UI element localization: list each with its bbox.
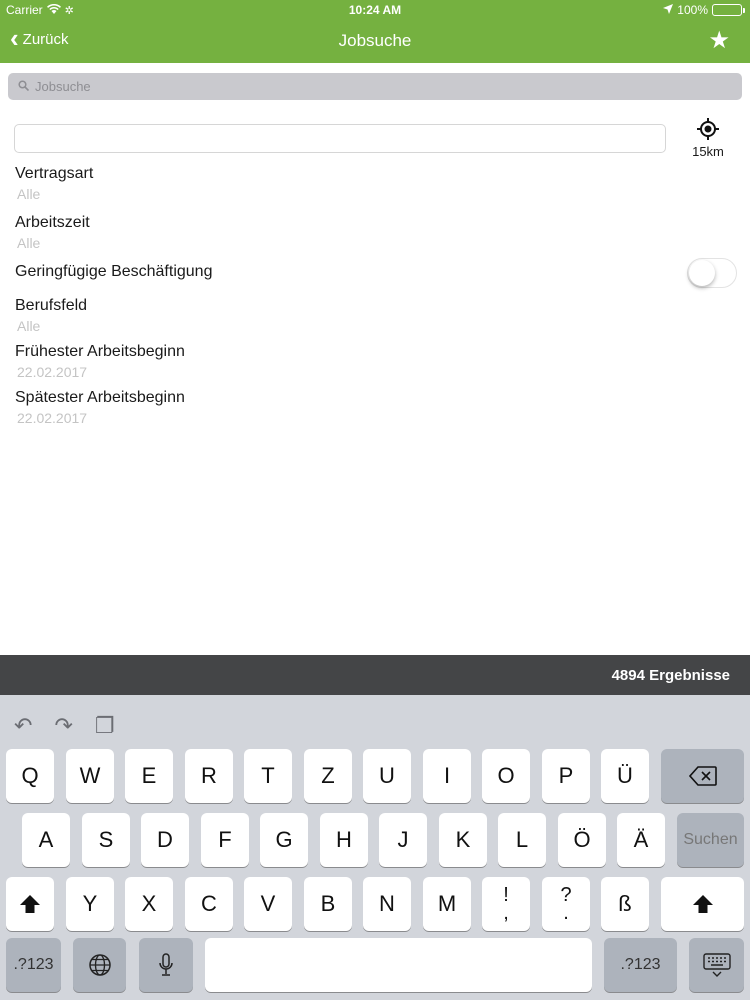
results-bar[interactable]: 4894 Ergebnisse bbox=[0, 655, 750, 695]
filter-label: Arbeitszeit bbox=[15, 214, 90, 231]
filter-value: Alle bbox=[17, 186, 41, 202]
filter-value: Alle bbox=[17, 318, 41, 334]
search-key[interactable]: Suchen bbox=[677, 813, 744, 867]
key[interactable]: B bbox=[304, 877, 352, 931]
filter-contract-type[interactable]: Vertragsart Alle bbox=[15, 165, 93, 202]
key[interactable]: N bbox=[363, 877, 411, 931]
filter-label: Spätester Arbeitsbeginn bbox=[15, 389, 185, 406]
key[interactable]: E bbox=[125, 749, 173, 803]
location-arrow-icon bbox=[663, 3, 674, 17]
filter-label: Vertragsart bbox=[15, 165, 94, 182]
key[interactable]: I bbox=[423, 749, 471, 803]
space-key[interactable] bbox=[205, 938, 592, 992]
search-icon bbox=[18, 79, 30, 94]
keyboard-hide-icon bbox=[702, 953, 731, 977]
key[interactable]: J bbox=[379, 813, 427, 867]
shift-icon bbox=[692, 895, 713, 913]
hide-keyboard-key[interactable] bbox=[689, 938, 744, 992]
backspace-icon bbox=[688, 766, 717, 786]
radius-label: 15km bbox=[692, 144, 724, 159]
numbers-key-right[interactable]: .?123 bbox=[604, 938, 677, 992]
filter-earliest-start[interactable]: Frühester Arbeitsbeginn 22.02.2017 bbox=[15, 343, 185, 380]
key[interactable]: L bbox=[498, 813, 546, 867]
key[interactable]: C bbox=[185, 877, 233, 931]
keyboard: ↶ ↷ ❐ Q W E R T Z U I O P Ü A S D F G H … bbox=[0, 695, 750, 1000]
keyboard-toolbar: ↶ ↷ ❐ bbox=[14, 713, 115, 739]
microphone-icon bbox=[159, 953, 173, 976]
key[interactable]: Q bbox=[6, 749, 54, 803]
location-input[interactable] bbox=[14, 124, 666, 153]
key[interactable]: X bbox=[125, 877, 173, 931]
filter-minijob: Geringfügige Beschäftigung bbox=[15, 263, 212, 281]
status-time: 10:24 AM bbox=[348, 3, 402, 17]
shift-key-right[interactable] bbox=[661, 877, 744, 931]
key[interactable]: Z bbox=[304, 749, 352, 803]
key[interactable]: H bbox=[320, 813, 368, 867]
filter-label: Geringfügige Beschäftigung bbox=[15, 263, 213, 280]
key[interactable]: D bbox=[141, 813, 189, 867]
key[interactable]: K bbox=[439, 813, 487, 867]
filter-value: Alle bbox=[17, 235, 41, 251]
backspace-key[interactable] bbox=[661, 749, 744, 803]
filter-label: Berufsfeld bbox=[15, 297, 88, 314]
key[interactable]: Ü bbox=[601, 749, 649, 803]
key[interactable]: A bbox=[22, 813, 70, 867]
redo-icon[interactable]: ↷ bbox=[54, 713, 72, 739]
filter-job-field[interactable]: Berufsfeld Alle bbox=[15, 297, 87, 334]
undo-icon[interactable]: ↶ bbox=[14, 713, 32, 739]
key[interactable]: R bbox=[185, 749, 233, 803]
key[interactable]: M bbox=[423, 877, 471, 931]
key[interactable]: ß bbox=[601, 877, 649, 931]
locate-button[interactable]: 15km bbox=[686, 118, 730, 159]
search-bar[interactable]: Jobsuche bbox=[8, 73, 742, 100]
crosshair-icon bbox=[697, 118, 719, 140]
shift-icon bbox=[20, 895, 40, 913]
globe-icon bbox=[88, 954, 111, 976]
key[interactable]: P bbox=[542, 749, 590, 803]
punctuation-key[interactable]: ?. bbox=[542, 877, 590, 931]
filter-value: 22.02.2017 bbox=[17, 410, 88, 426]
paste-icon[interactable]: ❐ bbox=[95, 713, 115, 739]
key[interactable]: Y bbox=[66, 877, 114, 931]
punctuation-key[interactable]: !, bbox=[482, 877, 530, 931]
battery-percent: 100% bbox=[677, 3, 708, 17]
favorite-star-icon[interactable]: ★ bbox=[708, 26, 730, 55]
key[interactable]: S bbox=[82, 813, 130, 867]
results-count: 4894 Ergebnisse bbox=[611, 667, 730, 684]
key[interactable]: U bbox=[363, 749, 411, 803]
shift-key-left[interactable] bbox=[6, 877, 54, 931]
minijob-toggle[interactable] bbox=[687, 258, 737, 288]
battery-icon bbox=[712, 4, 745, 16]
status-bar: Carrier ✲ 10:24 AM 100% bbox=[0, 0, 750, 20]
nav-bar: ‹ Zurück Jobsuche ★ bbox=[0, 20, 750, 63]
key[interactable]: T bbox=[244, 749, 292, 803]
filter-label: Frühester Arbeitsbeginn bbox=[15, 343, 185, 360]
top-bar: Carrier ✲ 10:24 AM 100% ‹ Zurück Jobsuch… bbox=[0, 0, 750, 63]
filter-latest-start[interactable]: Spätester Arbeitsbeginn 22.02.2017 bbox=[15, 389, 185, 426]
key[interactable]: O bbox=[482, 749, 530, 803]
status-right: 100% bbox=[663, 3, 745, 17]
page-title: Jobsuche bbox=[338, 31, 412, 50]
key[interactable]: G bbox=[260, 813, 308, 867]
key[interactable]: Ö bbox=[558, 813, 606, 867]
search-placeholder: Jobsuche bbox=[35, 79, 91, 94]
key-lower: , bbox=[503, 902, 509, 924]
filter-value: 22.02.2017 bbox=[17, 364, 88, 380]
key[interactable]: Ä bbox=[617, 813, 665, 867]
key-lower: . bbox=[563, 902, 569, 924]
filter-working-time[interactable]: Arbeitszeit Alle bbox=[15, 214, 90, 251]
numbers-key-left[interactable]: .?123 bbox=[6, 938, 61, 992]
toggle-knob bbox=[689, 260, 715, 286]
key[interactable]: V bbox=[244, 877, 292, 931]
key[interactable]: W bbox=[66, 749, 114, 803]
key[interactable]: F bbox=[201, 813, 249, 867]
dictation-key[interactable] bbox=[139, 938, 193, 992]
globe-key[interactable] bbox=[73, 938, 126, 992]
